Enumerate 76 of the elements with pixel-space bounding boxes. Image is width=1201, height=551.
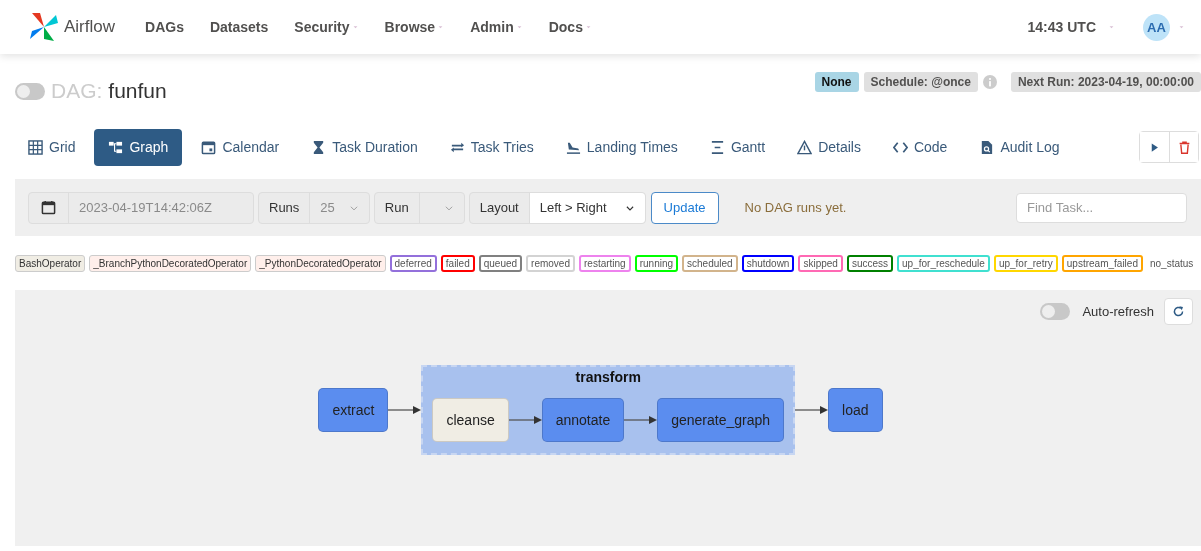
layout-label: Layout — [478, 199, 520, 217]
nav-menu-item[interactable]: Docs — [548, 19, 592, 35]
state-legend-label: no_status — [1148, 256, 1195, 271]
owner-badge: None — [814, 72, 859, 92]
status-message: No DAG runs yet. — [744, 200, 847, 215]
run-label: Run — [383, 199, 410, 217]
task-node[interactable]: extract — [318, 388, 389, 432]
nav-menu-item[interactable]: Admin — [470, 19, 523, 35]
refresh-button[interactable] — [1164, 298, 1193, 325]
task-node[interactable]: load — [828, 388, 883, 432]
view-tab[interactable]: Details — [784, 128, 874, 166]
edge-arrow — [508, 415, 542, 425]
warning-triangle-icon — [797, 139, 813, 155]
view-tab[interactable]: Gantt — [696, 128, 779, 166]
calendar-icon — [201, 139, 217, 155]
info-icon — [982, 75, 997, 89]
play-icon — [1149, 141, 1160, 153]
nav-menu-item[interactable]: Browse — [384, 19, 445, 35]
trash-icon — [1177, 140, 1191, 154]
state-legend-tag: restarting — [579, 254, 631, 272]
pinwheel-logo-icon — [28, 11, 60, 43]
caret-icon — [1178, 24, 1185, 30]
view-tab[interactable]: Task Tries — [436, 128, 547, 166]
dag-toggle[interactable] — [15, 82, 45, 100]
caret-icon — [1108, 24, 1115, 30]
state-legend-tag: running — [634, 254, 679, 272]
state-legend-tag: deferred — [389, 254, 437, 272]
update-button[interactable]: Update — [650, 191, 719, 224]
find-task-field[interactable]: Find Task... — [1016, 192, 1187, 223]
brand-name[interactable]: Airflow — [64, 17, 115, 37]
graph-icon — [108, 139, 124, 155]
task-node[interactable]: generate_graph — [657, 398, 785, 442]
view-tab[interactable]: Graph — [94, 128, 183, 166]
runs-label: Runs — [268, 199, 301, 217]
view-tab[interactable]: Audit Log — [966, 128, 1073, 166]
edge-arrow — [388, 405, 422, 415]
delete-dag-button[interactable] — [1169, 132, 1198, 162]
view-tab[interactable]: Grid — [15, 128, 89, 166]
auto-refresh-toggle[interactable] — [1040, 303, 1071, 320]
auto-refresh-label: Auto-refresh — [1082, 304, 1154, 319]
operator-legend-tag: _PythonDecoratedOperator — [255, 254, 386, 272]
view-tab[interactable]: Calendar — [188, 128, 293, 166]
operator-legend-tag: BashOperator — [15, 254, 86, 272]
view-tab[interactable]: Task Duration — [298, 128, 431, 166]
state-legend-tag: shutdown — [741, 254, 795, 272]
schedule-badge: Schedule: @once — [863, 72, 978, 92]
operator-legend-tag: _BranchPythonDecoratedOperator — [89, 254, 252, 272]
nav-menu-item[interactable]: DAGs — [145, 19, 184, 35]
task-node[interactable]: cleanse — [432, 398, 509, 442]
task-group-label: transform — [575, 368, 641, 387]
state-legend-tag: up_for_reschedule — [897, 254, 990, 272]
refresh-icon — [1172, 305, 1185, 318]
state-legend-tag: queued — [478, 254, 523, 272]
edge-arrow — [624, 415, 658, 425]
calendar-icon — [41, 200, 56, 215]
state-legend-tag: removed — [526, 254, 575, 272]
edge-arrow — [795, 405, 829, 415]
nav-menu-item[interactable]: Security — [294, 19, 359, 35]
state-legend-tag: upstream_failed — [1061, 254, 1143, 272]
nav-menu-item[interactable]: Datasets — [209, 19, 269, 35]
next-run-badge: Next Run: 2023-04-19, 00:00:00 — [1010, 72, 1201, 92]
view-tab[interactable]: Landing Times — [552, 128, 691, 166]
layout-select[interactable]: Left > Right — [528, 192, 645, 223]
state-legend-tag: skipped — [798, 254, 843, 272]
gantt-icon — [709, 139, 725, 155]
user-avatar[interactable]: AA — [1143, 13, 1170, 41]
timezone-menu[interactable]: 14:43 UTC — [1027, 19, 1115, 35]
view-tab[interactable]: Code — [879, 128, 961, 166]
document-search-icon — [979, 139, 995, 155]
state-legend-tag: failed — [440, 254, 475, 272]
grid-icon — [28, 139, 43, 155]
state-legend-tag: success — [846, 254, 894, 272]
state-legend-tag: up_for_retry — [993, 254, 1058, 272]
state-legend-tag: scheduled — [682, 254, 738, 272]
task-node[interactable]: annotate — [541, 398, 625, 442]
dag-name: funfun — [108, 79, 167, 103]
